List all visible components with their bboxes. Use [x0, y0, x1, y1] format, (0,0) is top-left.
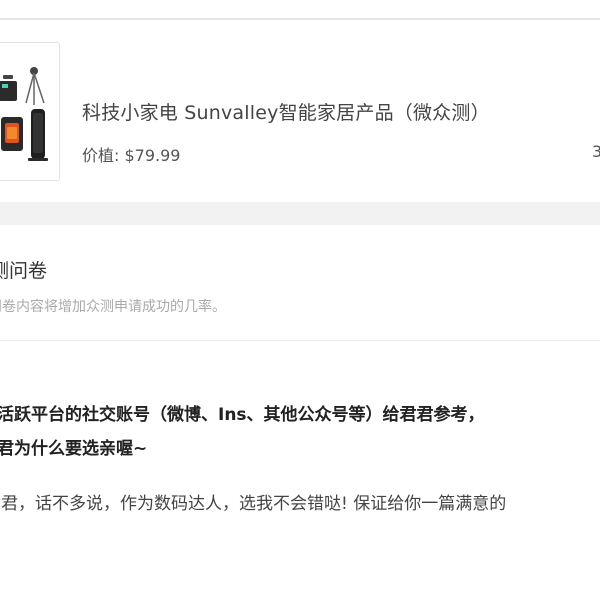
tripod-icon: [25, 67, 45, 105]
survey-divider: [0, 340, 600, 341]
product-card[interactable]: 科技小家电 Sunvalley智能家居产品（微众测） 价植: $79.99 3: [0, 20, 600, 202]
survey-title: 测问卷: [0, 260, 48, 282]
section-separator: [0, 202, 600, 225]
tower-heater-icon: [28, 109, 48, 161]
question-text: 下活跃平台的社交账号（微博、Ins、其他公众号等）给君君参考， 君君为什么要选亲…: [0, 398, 485, 466]
product-price: 价植: $79.99: [82, 146, 181, 165]
question-line-2: 君君为什么要选亲喔~: [0, 439, 148, 459]
heater-icon: [1, 117, 23, 151]
product-count: 3: [592, 142, 600, 161]
question-line-1: 下活跃平台的社交账号（微博、Ins、其他公众号等）给君君参考，: [0, 405, 485, 425]
product-title[interactable]: 科技小家电 Sunvalley智能家居产品（微众测）: [82, 98, 490, 125]
answer-text[interactable]: 君君，话不多说，作为数码达人，选我不会错哒! 保证给你一篇满意的: [0, 489, 506, 514]
survey-hint: 问卷内容将增加众测申请成功的几率。: [0, 299, 226, 315]
product-thumbnail[interactable]: [0, 42, 60, 181]
power-station-icon: [0, 75, 17, 101]
